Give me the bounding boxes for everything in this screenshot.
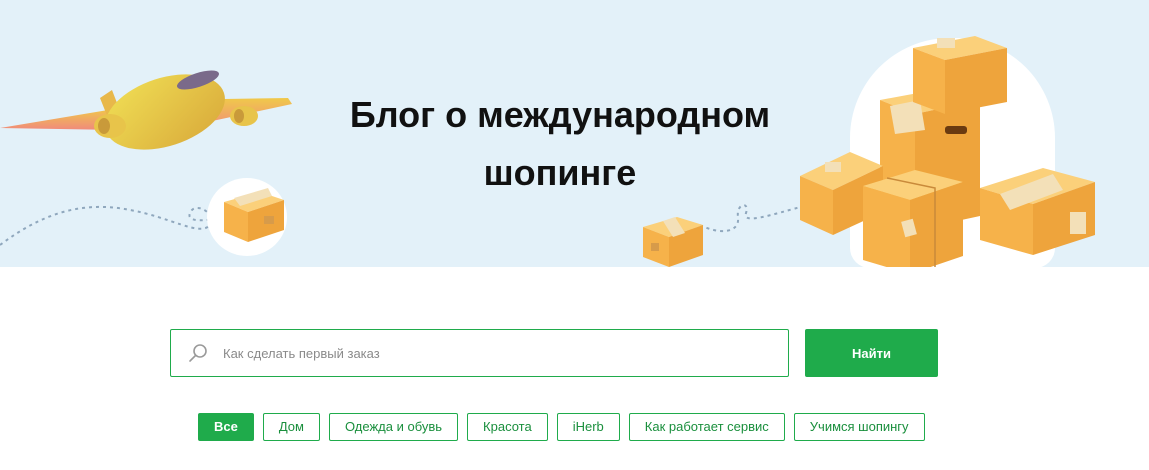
search-input[interactable] [223,330,788,376]
category-chip-all[interactable]: Все [198,413,254,441]
page-title: Блог о международном шопинге [290,86,830,202]
search-box [170,329,789,377]
category-chip-clothes-shoes[interactable]: Одежда и обувь [328,413,459,441]
search-icon [187,342,209,364]
page-title-line-1: Блог о международном [349,94,771,135]
category-chip-iherb[interactable]: iHerb [556,413,620,441]
hero-banner: Блог о международном шопинге [0,0,1149,267]
parcel-box-stack [800,36,1095,267]
search-button[interactable]: Найти [805,329,938,377]
category-chip-beauty[interactable]: Красота [467,413,548,441]
parcel-box-small-center [643,217,703,267]
page-title-line-2: шопинге [483,152,637,193]
category-chip-home[interactable]: Дом [262,413,320,441]
blog-page: Блог о международном шопинге Как сделать… [0,0,1149,470]
category-chip-how-it-works[interactable]: Как работает сервис [628,413,785,441]
dotted-path-left [0,206,229,246]
category-filter-bar: Все Дом Одежда и обувь Красота iHerb Как… [198,413,925,441]
airplane-illustration [0,70,292,150]
dotted-path-right [700,204,809,233]
category-chip-learning-shopping[interactable]: Учимся шопингу [793,413,925,441]
parcel-box-small-left [224,188,284,242]
